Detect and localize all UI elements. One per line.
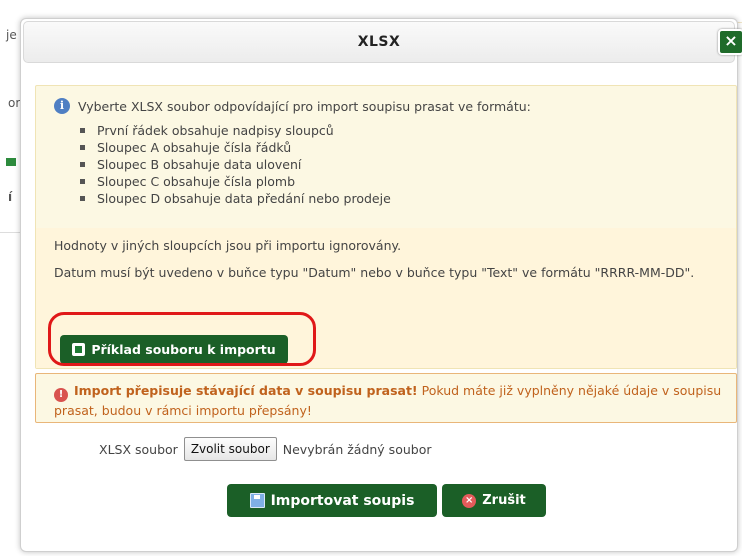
close-icon: ×	[724, 31, 738, 50]
close-button[interactable]: ×	[718, 29, 742, 55]
note-date-format: Datum musí být uvedeno v buňce typu "Dat…	[54, 265, 695, 280]
info-header: i Vyberte XLSX soubor odpovídající pro i…	[54, 98, 531, 114]
list-item: Sloupec D obsahuje data předání nebo pro…	[80, 190, 391, 207]
background-fragment-2: or	[8, 96, 21, 110]
info-icon: i	[54, 98, 70, 114]
list-item: Sloupec B obsahuje data ulovení	[80, 156, 391, 173]
choose-file-button[interactable]: Zvolit soubor	[183, 437, 277, 461]
cancel-button[interactable]: × Zrušit	[442, 484, 546, 517]
warning-box: ! Import přepisuje stávající data v soupi…	[35, 373, 737, 423]
warning-message: ! Import přepisuje stávající data v soupi…	[54, 382, 724, 419]
import-button[interactable]: Importovat soupis	[227, 484, 437, 517]
list-item: Sloupec C obsahuje čísla plomb	[80, 173, 391, 190]
format-list: První řádek obsahuje nadpisy sloupců Slo…	[80, 122, 391, 207]
note-ignored: Hodnoty v jiných sloupcích jsou při impo…	[54, 238, 402, 253]
background-divider	[0, 232, 20, 233]
background-fragment-3: í	[8, 190, 13, 204]
cancel-icon: ×	[462, 493, 477, 508]
list-item: Sloupec A obsahuje čísla řádků	[80, 139, 391, 156]
warning-icon: !	[54, 388, 68, 402]
file-input-row: XLSX soubor Zvolit soubor Nevybrán žádný…	[99, 437, 431, 461]
save-icon	[249, 493, 265, 508]
list-item: První řádek obsahuje nadpisy sloupců	[80, 122, 391, 139]
file-label: XLSX soubor	[99, 441, 178, 457]
import-dialog: XLSX × i Vyberte XLSX soubor odpovídajíc…	[20, 18, 742, 552]
import-label: Importovat soupis	[270, 492, 415, 509]
info-intro: Vyberte XLSX soubor odpovídající pro imp…	[78, 98, 531, 114]
highlight-annotation	[48, 312, 316, 366]
dialog-title: XLSX	[357, 34, 401, 50]
file-status: Nevybrán žádný soubor	[282, 441, 432, 457]
warning-strong: Import přepisuje stávající data v soupis…	[74, 383, 418, 398]
cancel-label: Zrušit	[482, 493, 526, 508]
dialog-titlebar: XLSX ×	[23, 21, 742, 63]
background-icon	[6, 158, 16, 166]
background-fragment-1: je	[6, 28, 17, 42]
